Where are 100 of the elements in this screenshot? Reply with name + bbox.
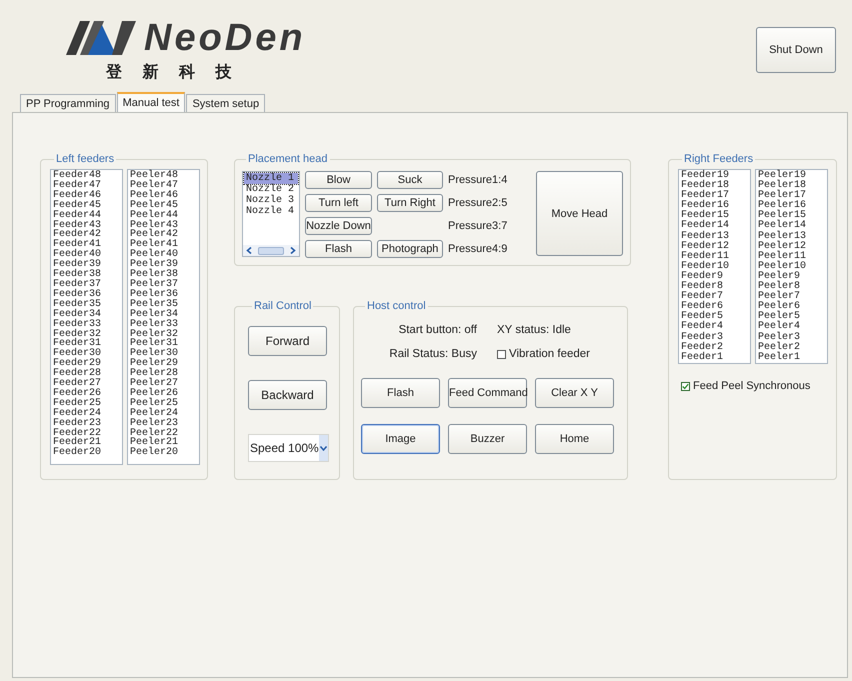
list-item[interactable]: Peeler24 (130, 408, 199, 419)
button[interactable]: Flash (305, 240, 372, 258)
chevron-down-icon (320, 446, 327, 450)
scroll-thumb[interactable] (258, 246, 284, 254)
logo-text: NeoDen (144, 20, 306, 56)
logo-subtitle: 登 新 科 技 (106, 62, 240, 83)
list-item[interactable]: Peeler36 (130, 290, 199, 300)
checkbox[interactable] (497, 350, 506, 358)
list-item[interactable]: Peeler48 (130, 171, 199, 181)
list-item[interactable]: Feeder20 (53, 448, 122, 458)
list-item[interactable]: Feeder26 (53, 388, 122, 399)
button[interactable]: Turn Right (377, 194, 443, 212)
list-item[interactable]: Feeder33 (53, 320, 122, 330)
list-item[interactable]: Peeler4 (758, 322, 827, 332)
list-item[interactable]: Peeler1 (758, 352, 827, 363)
list-item[interactable]: Feeder35 (53, 300, 122, 310)
scroll-right-icon (288, 246, 297, 255)
logo-icon (66, 21, 136, 55)
button[interactable]: Home (535, 424, 614, 454)
checkbox-label: Feed Peel Synchronous (693, 380, 810, 392)
list-item[interactable]: Nozzle 4 (244, 206, 298, 217)
list-item[interactable]: Peeler14 (758, 221, 827, 232)
list-item[interactable]: Feeder48 (53, 171, 122, 181)
list-item[interactable]: Peeler26 (130, 388, 199, 399)
group-title: Rail Control (253, 300, 312, 312)
button[interactable]: Turn left (305, 194, 372, 212)
list-box[interactable]: Feeder19 Feeder18 Feeder17 Feeder16 Feeder15 Feeder14 Feeder13 Feeder12 Feeder11 Feeder10 Feeder9 Feeder8 Feeder7 Feeder6 Feeder5 Feeder4 Feeder3 Feeder2 Feeder1 (678, 169, 751, 364)
list-item[interactable]: Feeder47 (53, 180, 122, 191)
move-head-button[interactable]: Move Head (536, 171, 623, 256)
list-item[interactable]: Peeler33 (130, 320, 199, 330)
button[interactable]: Image (361, 424, 440, 454)
list-item[interactable]: Peeler47 (130, 180, 199, 191)
button[interactable]: Nozzle Down (305, 217, 372, 235)
button[interactable]: Clear X Y (535, 378, 614, 408)
status-text: Rail Status: Busy (388, 348, 477, 360)
status-text: XY status: Idle (497, 324, 572, 336)
list-item[interactable]: Feeder34 (53, 310, 122, 320)
checkbox-label: Vibration feeder (509, 348, 590, 360)
list-box[interactable] (127, 169, 200, 465)
button[interactable]: Blow (305, 171, 372, 189)
list-item[interactable]: Peeler34 (130, 310, 199, 320)
checkbox[interactable] (681, 382, 690, 390)
list-item[interactable]: Feeder24 (53, 408, 122, 419)
list-item[interactable]: Peeler12 (758, 242, 827, 252)
list-item[interactable]: Peeler23 (130, 418, 199, 429)
list-item[interactable]: Peeler2 (758, 342, 827, 353)
list-item[interactable]: Peeler45 (130, 200, 199, 211)
speed-dropdown[interactable]: Speed 100% (248, 434, 329, 462)
button[interactable]: Flash (361, 378, 440, 408)
list-item[interactable]: Feeder13 (681, 232, 750, 242)
check-icon (682, 382, 689, 390)
list-item[interactable]: Peeler37 (130, 280, 199, 290)
list-item[interactable]: Peeler38 (130, 270, 199, 280)
list-item[interactable]: Feeder4 (681, 322, 750, 332)
scrollbar[interactable] (243, 245, 299, 256)
tab[interactable]: System setup (186, 94, 266, 112)
button[interactable]: Backward (248, 380, 327, 410)
list-item[interactable]: Peeler20 (130, 448, 199, 458)
tab[interactable]: Manual test (116, 92, 186, 112)
group-title: Host control (366, 300, 427, 312)
list-box[interactable] (50, 169, 123, 465)
list-item[interactable]: Feeder3 (681, 332, 750, 343)
list-item[interactable]: Feeder25 (53, 398, 122, 409)
list-item[interactable]: Feeder2 (681, 342, 750, 353)
list-item[interactable]: Peeler46 (130, 190, 199, 201)
list-item[interactable]: Feeder11 (681, 252, 750, 262)
list-item[interactable]: Nozzle 1 (244, 173, 298, 184)
list-item[interactable]: Feeder36 (53, 290, 122, 300)
list-item[interactable]: Peeler35 (130, 300, 199, 310)
button[interactable]: Photograph (377, 240, 443, 258)
group-title: Right Feeders (683, 153, 754, 165)
button[interactable]: Buzzer (448, 424, 527, 454)
pressure-reading: Pressure4:9 (448, 242, 508, 257)
list-item[interactable]: Feeder23 (53, 418, 122, 429)
button[interactable]: Suck (377, 171, 443, 189)
list-item[interactable]: Nozzle 3 (244, 195, 298, 206)
list-item[interactable]: Feeder14 (681, 221, 750, 232)
list-item[interactable]: Peeler10 (758, 262, 827, 272)
list-item[interactable]: Peeler3 (758, 332, 827, 343)
group-title: Left feeders (55, 153, 116, 165)
list-box[interactable]: Peeler19 Peeler18 Peeler17 Peeler16 Peeler15 Peeler14 Peeler13 Peeler12 Peeler11 Peeler10 Peeler9 Peeler8 Peeler7 Peeler6 Peeler5 Peeler4 Peeler3 Peeler2 Peeler1 (755, 169, 828, 364)
list-item[interactable]: Feeder37 (53, 280, 122, 290)
list-item[interactable]: Peeler27 (130, 379, 199, 389)
list-item[interactable]: Peeler25 (130, 398, 199, 409)
status-text: Start button: off (398, 324, 477, 336)
list-item[interactable]: Feeder44 (53, 210, 122, 221)
scroll-left-icon (245, 246, 254, 255)
list-item[interactable]: Feeder46 (53, 190, 122, 201)
list-item[interactable]: Feeder10 (681, 262, 750, 272)
list-item[interactable]: Feeder12 (681, 242, 750, 252)
list-item[interactable]: Peeler13 (758, 232, 827, 242)
shut-down-button[interactable]: Shut Down (756, 27, 836, 73)
list-item[interactable]: Feeder38 (53, 270, 122, 280)
list-item[interactable]: Feeder45 (53, 200, 122, 211)
list-item[interactable]: Feeder1 (681, 352, 750, 363)
button[interactable]: Forward (248, 326, 327, 356)
tab[interactable]: PP Programming (20, 94, 116, 112)
list-item[interactable]: Peeler11 (758, 252, 827, 262)
list-item[interactable]: Peeler44 (130, 210, 199, 221)
list-item[interactable]: Feeder27 (53, 379, 122, 389)
